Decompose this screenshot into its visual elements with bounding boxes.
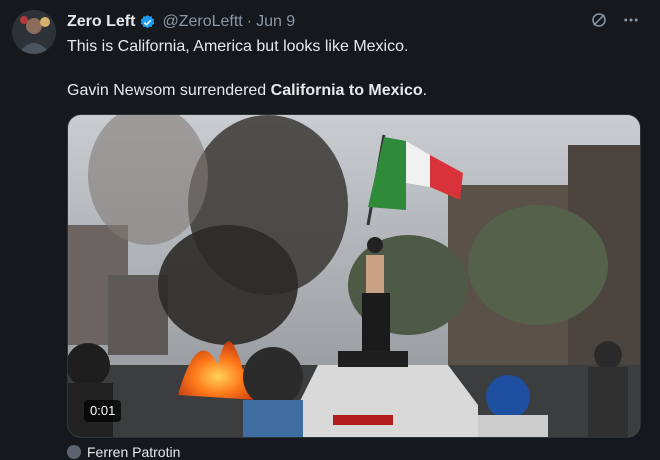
separator-dot: · <box>246 13 253 30</box>
tweet-header: Zero Left @ZeroLeftt · Jun 9 <box>67 11 640 33</box>
quoted-avatar <box>67 445 81 459</box>
verified-badge-icon <box>139 14 156 31</box>
quoted-author-name: Ferren Patrotin <box>87 444 181 460</box>
video-duration: 0:01 <box>84 400 122 422</box>
author-name[interactable]: Zero Left <box>67 13 135 31</box>
tweet-line-1: This is California, America but looks li… <box>67 38 409 55</box>
more-icon[interactable] <box>622 11 640 34</box>
video-player[interactable] <box>67 114 641 438</box>
tweet-text: This is California, America but looks li… <box>67 36 647 102</box>
tweet-line-2: Gavin Newsom surrendered California to M… <box>67 80 647 102</box>
grok-icon[interactable] <box>590 11 608 34</box>
line2-bold: California to Mexico <box>270 82 423 99</box>
video-frame <box>68 115 640 437</box>
author-avatar[interactable] <box>12 10 56 54</box>
tweet-date[interactable]: Jun 9 <box>256 13 295 31</box>
quoted-author-row[interactable]: Ferren Patrotin <box>67 444 180 460</box>
line2-suffix: . <box>422 82 428 99</box>
author-handle[interactable]: @ZeroLeftt <box>162 13 242 31</box>
line2-prefix: Gavin Newsom surrendered <box>67 82 271 99</box>
